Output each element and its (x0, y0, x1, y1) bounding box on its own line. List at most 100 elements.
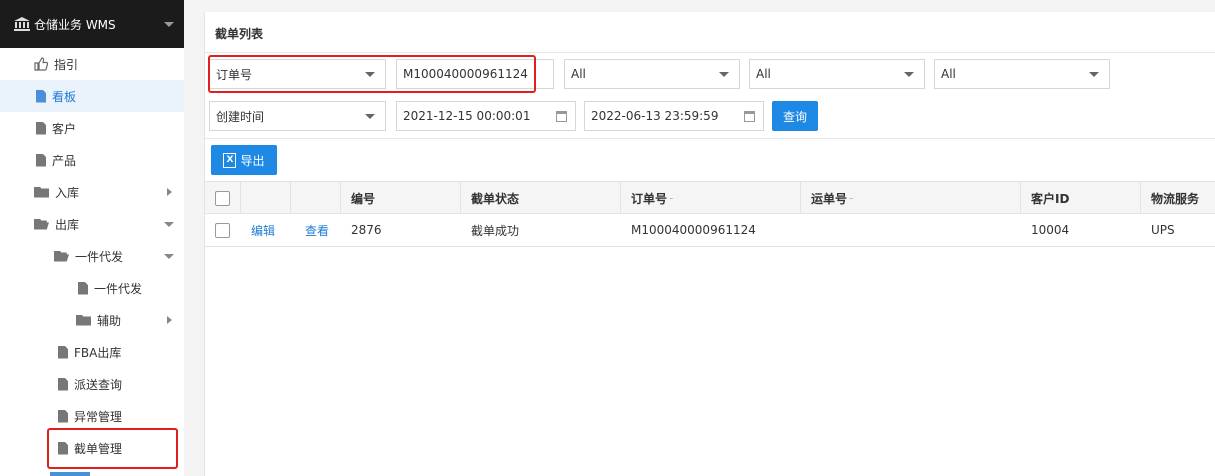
header-blank (241, 182, 291, 214)
header-label: 订单号 (631, 191, 668, 206)
sort-icon: - (849, 191, 854, 205)
header-label: 截单状态 (471, 191, 520, 206)
header-label: 客户ID (1031, 191, 1070, 206)
sidebar-item-label: 辅助 (97, 313, 122, 328)
chevron-down-icon (904, 72, 914, 77)
edit-link-label[interactable]: 编辑 (251, 222, 275, 239)
header-select-all[interactable] (205, 182, 241, 214)
sidebar-item-label: 客户 (52, 121, 77, 136)
divider (205, 138, 1215, 139)
chevron-down-icon (164, 254, 174, 259)
chevron-down-icon (719, 72, 729, 77)
cell-id: 2876 (351, 223, 382, 237)
date-from-input[interactable]: 2021-12-15 00:00:01 (396, 101, 576, 131)
file-icon (58, 409, 68, 423)
table-header: 编号 截单状态 订单号 - 运单号 - 客户ID 物流服务 (205, 181, 1215, 214)
folder-open-icon (34, 218, 49, 230)
sidebar-item-label: 入库 (55, 185, 80, 200)
calendar-icon (556, 111, 567, 122)
folder-icon (76, 314, 91, 326)
filter-select-3[interactable]: All (934, 59, 1110, 89)
sidebar-item-label: 出库 (55, 217, 80, 232)
sidebar-item-label: 产品 (52, 153, 77, 168)
export-button[interactable]: X 导出 (211, 145, 277, 175)
file-icon (78, 281, 88, 295)
export-label: 导出 (240, 153, 265, 168)
view-link-label[interactable]: 查看 (305, 222, 329, 239)
folder-open-icon (54, 250, 69, 262)
sidebar-item-dropship-group[interactable]: 一件代发 (0, 240, 184, 272)
column-header[interactable]: 编号 (341, 182, 461, 214)
header-label: 编号 (351, 191, 376, 206)
sidebar-item-label: 指引 (54, 57, 79, 72)
query-button[interactable]: 查询 (772, 101, 818, 131)
chevron-right-icon (167, 188, 172, 196)
sidebar-item-fba-outbound[interactable]: FBA出库 (0, 336, 184, 368)
sidebar-item-label: 异常管理 (74, 409, 123, 424)
sidebar-item-auxiliary[interactable]: 辅助 (0, 304, 184, 336)
highlight-box (47, 428, 178, 469)
cell-service: UPS (1151, 223, 1175, 237)
header-label: 物流服务 (1151, 191, 1200, 206)
chevron-right-icon (167, 316, 172, 324)
select-value: All (571, 67, 586, 81)
select-value: 创建时间 (216, 109, 265, 124)
view-link[interactable]: 查看 (295, 214, 345, 246)
edit-link[interactable]: 编辑 (241, 214, 291, 246)
excel-icon: X (223, 152, 237, 168)
chevron-down-icon (1089, 72, 1099, 77)
table-row: 编辑 查看 2876 截单成功 M100040000961124 10004 U… (205, 214, 1215, 247)
calendar-icon (744, 111, 755, 122)
sidebar-item-outbound[interactable]: 出库 (0, 208, 184, 240)
sidebar-item-dashboard[interactable]: 看板 (0, 80, 184, 112)
select-value: All (941, 67, 956, 81)
column-header[interactable]: 客户ID (1021, 182, 1141, 214)
cell-status: 截单成功 (471, 223, 520, 238)
thumbs-up-icon (34, 57, 48, 71)
select-value: All (756, 67, 771, 81)
cell-waybill-no (801, 214, 1021, 246)
header-blank (291, 182, 341, 214)
chevron-down-icon (365, 114, 375, 119)
file-icon (36, 153, 46, 167)
file-icon (36, 89, 46, 103)
next-item-peek (50, 472, 90, 476)
divider (205, 52, 1215, 53)
file-icon (58, 377, 68, 391)
folder-icon (34, 186, 49, 198)
file-icon (36, 121, 46, 135)
sidebar-item-dropship[interactable]: 一件代发 (0, 272, 184, 304)
header-label: 运单号 (811, 191, 848, 206)
chevron-down-icon[interactable] (164, 22, 174, 27)
sidebar-item-delivery-query[interactable]: 派送查询 (0, 368, 184, 400)
sidebar-item-guide[interactable]: 指引 (0, 48, 184, 80)
filter-select-1[interactable]: All (564, 59, 740, 89)
checkbox[interactable] (215, 222, 230, 238)
sidebar: 仓储业务 WMS 指引 看板 客户 产品 入库 出库 一件代发 一件代发 辅助 (0, 0, 184, 476)
filter-select-2[interactable]: All (749, 59, 925, 89)
bank-icon (14, 17, 30, 31)
sidebar-item-label: 一件代发 (75, 249, 124, 264)
main-panel: 截单列表 订单号 M100040000961124 All All All 创建… (204, 12, 1215, 476)
sort-icon: - (669, 191, 674, 205)
app-title: 仓储业务 WMS (34, 17, 116, 32)
date-to-input[interactable]: 2022-06-13 23:59:59 (584, 101, 764, 131)
checkbox[interactable] (215, 190, 230, 206)
time-field-select[interactable]: 创建时间 (209, 101, 386, 131)
page-title: 截单列表 (215, 27, 264, 41)
sidebar-item-product[interactable]: 产品 (0, 144, 184, 176)
sidebar-item-inbound[interactable]: 入库 (0, 176, 184, 208)
column-header[interactable]: 订单号 - (621, 182, 801, 214)
row-select[interactable] (205, 214, 241, 246)
sidebar-item-label: 一件代发 (94, 281, 143, 296)
chevron-down-icon (164, 222, 174, 227)
input-value: 2022-06-13 23:59:59 (591, 109, 719, 123)
column-header[interactable]: 截单状态 (461, 182, 621, 214)
sidebar-item-customer[interactable]: 客户 (0, 112, 184, 144)
app-header[interactable]: 仓储业务 WMS (0, 0, 184, 48)
sidebar-item-label: 派送查询 (74, 377, 123, 392)
sidebar-item-label: FBA出库 (74, 345, 122, 360)
column-header[interactable]: 运单号 - (801, 182, 1021, 214)
column-header[interactable]: 物流服务 (1141, 182, 1215, 214)
cell-order-no: M100040000961124 (631, 223, 756, 237)
